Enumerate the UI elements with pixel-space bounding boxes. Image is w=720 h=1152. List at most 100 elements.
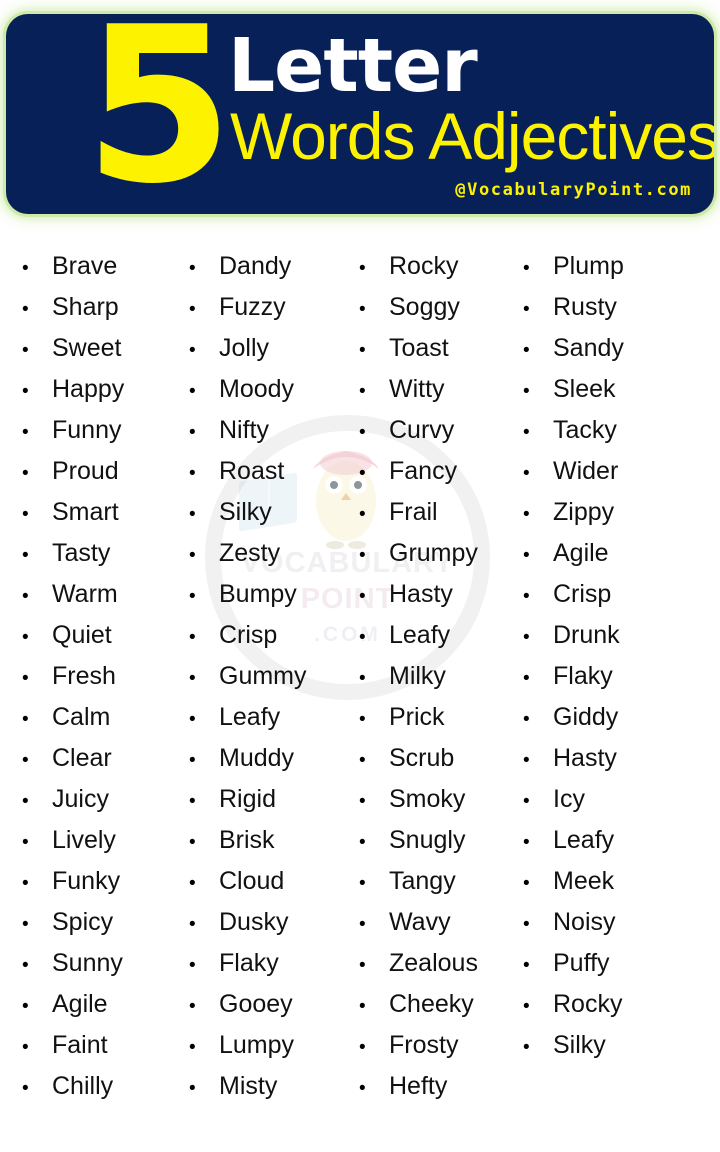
bullet-icon: • (22, 340, 29, 361)
list-item: • Roast (189, 451, 340, 492)
list-item: • Sweet (22, 328, 170, 369)
list-item: • Spicy (22, 902, 170, 943)
list-item: • Brisk (189, 820, 340, 861)
word-label: Prick (389, 703, 445, 731)
bullet-icon: • (189, 873, 196, 894)
word-label: Milky (389, 662, 446, 690)
list-item: • Wavy (359, 902, 506, 943)
word-label: Sharp (52, 293, 119, 321)
bullet-icon: • (359, 873, 366, 894)
word-label: Snugly (389, 826, 466, 854)
list-item: • Toast (359, 328, 506, 369)
list-item: • Grumpy (359, 533, 506, 574)
bullet-icon: • (523, 914, 530, 935)
bullet-icon: • (359, 996, 366, 1017)
header-number: 5 (84, 14, 234, 214)
word-label: Hasty (389, 580, 453, 608)
list-item: • Prick (359, 697, 506, 738)
bullet-icon: • (523, 299, 530, 320)
word-label: Icy (553, 785, 585, 813)
bullet-icon: • (189, 709, 196, 730)
word-label: Cloud (219, 867, 285, 895)
list-item: • Quiet (22, 615, 170, 656)
word-label: Agile (553, 539, 609, 567)
word-label: Zippy (553, 498, 615, 526)
list-item: • Soggy (359, 287, 506, 328)
bullet-icon: • (523, 668, 530, 689)
word-label: Quiet (52, 621, 112, 649)
word-label: Agile (52, 990, 108, 1018)
word-label: Leafy (553, 826, 615, 854)
bullet-icon: • (359, 791, 366, 812)
header-banner: 5 Letter Words Adjectives @VocabularyPoi… (6, 14, 714, 214)
list-item: • Smart (22, 492, 170, 533)
word-label: Fuzzy (219, 293, 286, 321)
word-label: Sunny (52, 949, 123, 977)
list-item: • Proud (22, 451, 170, 492)
list-item: • Meek (523, 861, 720, 902)
word-label: Moody (219, 375, 295, 403)
bullet-icon: • (22, 463, 29, 484)
bullet-icon: • (22, 709, 29, 730)
bullet-icon: • (523, 422, 530, 443)
bullet-icon: • (523, 873, 530, 894)
word-label: Leafy (389, 621, 451, 649)
word-label: Wavy (389, 908, 451, 936)
bullet-icon: • (359, 955, 366, 976)
bullet-icon: • (22, 996, 29, 1017)
list-item: • Muddy (189, 738, 340, 779)
list-item: • Sleek (523, 369, 720, 410)
bullet-icon: • (359, 422, 366, 443)
bullet-icon: • (22, 750, 29, 771)
list-item: • Leafy (523, 820, 720, 861)
list-item: • Dandy (189, 246, 340, 287)
word-label: Fresh (52, 662, 116, 690)
list-item: • Drunk (523, 615, 720, 656)
word-label: Crisp (219, 621, 278, 649)
word-label: Flaky (553, 662, 613, 690)
word-label: Lumpy (219, 1031, 295, 1059)
list-item: • Frosty (359, 1025, 506, 1066)
bullet-icon: • (22, 381, 29, 402)
word-label: Brave (52, 252, 118, 280)
bullet-icon: • (189, 1037, 196, 1058)
word-label: Zealous (389, 949, 478, 977)
word-label: Soggy (389, 293, 460, 321)
bullet-icon: • (523, 381, 530, 402)
bullet-icon: • (22, 422, 29, 443)
bullet-icon: • (523, 791, 530, 812)
word-label: Hasty (553, 744, 617, 772)
header-site-credit: @VocabularyPoint.com (455, 180, 692, 200)
word-label: Leafy (219, 703, 281, 731)
list-item: • Misty (189, 1066, 340, 1107)
list-item: • Gooey (189, 984, 340, 1025)
list-item: • Tacky (523, 410, 720, 451)
word-label: Scrub (389, 744, 455, 772)
bullet-icon: • (189, 750, 196, 771)
bullet-icon: • (359, 504, 366, 525)
word-label: Muddy (219, 744, 295, 772)
word-label: Spicy (52, 908, 114, 936)
bullet-icon: • (359, 463, 366, 484)
list-item: • Curvy (359, 410, 506, 451)
word-label: Happy (52, 375, 125, 403)
list-item: • Juicy (22, 779, 170, 820)
bullet-icon: • (523, 832, 530, 853)
word-label: Sleek (553, 375, 616, 403)
word-label: Rusty (553, 293, 617, 321)
bullet-icon: • (22, 586, 29, 607)
bullet-icon: • (189, 299, 196, 320)
list-item: • Icy (523, 779, 720, 820)
list-item: • Gummy (189, 656, 340, 697)
word-label: Proud (52, 457, 119, 485)
word-label: Rigid (219, 785, 276, 813)
bullet-icon: • (523, 996, 530, 1017)
list-item: • Happy (22, 369, 170, 410)
list-item: • Crisp (523, 574, 720, 615)
list-item: • Zesty (189, 533, 340, 574)
bullet-icon: • (359, 1037, 366, 1058)
bullet-icon: • (359, 258, 366, 279)
bullet-icon: • (523, 955, 530, 976)
bullet-icon: • (22, 955, 29, 976)
list-item: • Witty (359, 369, 506, 410)
